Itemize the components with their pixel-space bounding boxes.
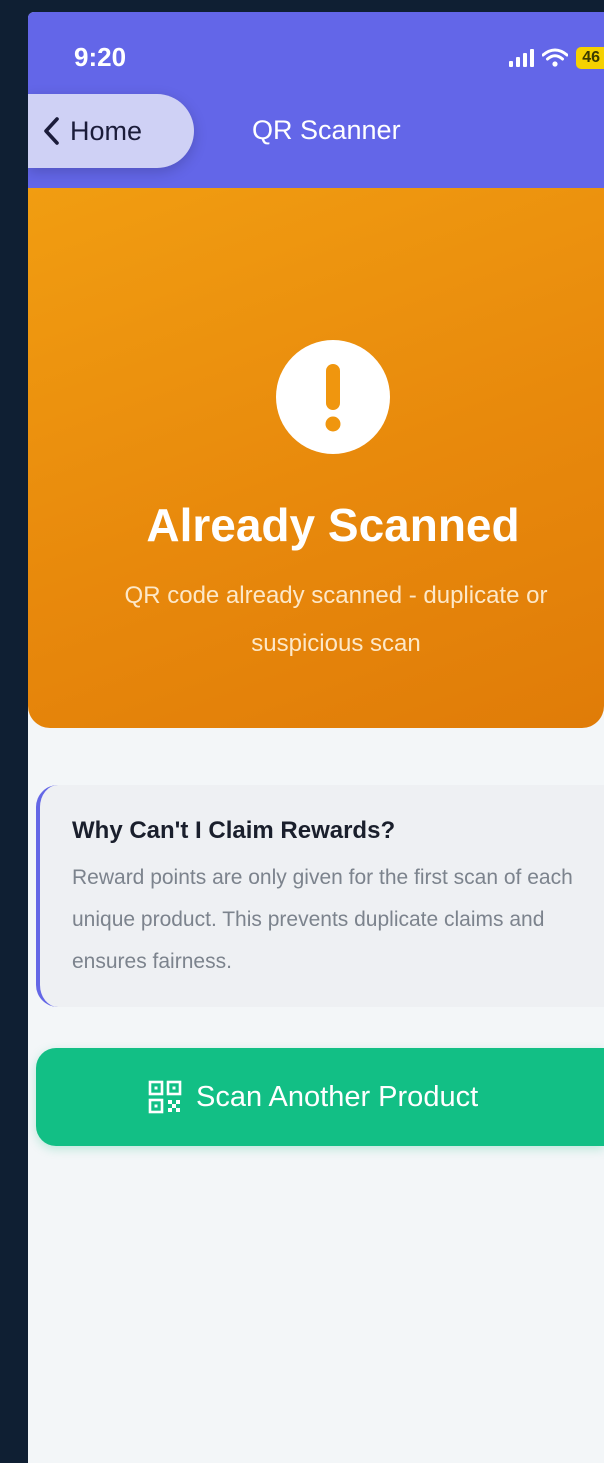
header-bar: 9:20 46 Home QR Scanner [28, 12, 604, 188]
info-card-title: Why Can't I Claim Rewards? [72, 817, 396, 844]
status-title: Already Scanned [146, 499, 520, 551]
status-time: 9:20 [74, 42, 127, 72]
chevron-left-icon [44, 117, 59, 145]
info-card-body: Reward points are only given for the fir… [72, 866, 573, 973]
scan-another-product-button[interactable]: Scan Another Product [36, 1048, 604, 1146]
scan-another-label: Scan Another Product [196, 1080, 479, 1113]
exclamation-icon [325, 364, 341, 432]
status-subtitle: QR code already scanned - duplicate or s… [124, 582, 548, 657]
back-button-label: Home [70, 115, 143, 146]
reward-info-card: Why Can't I Claim Rewards? Reward points… [36, 785, 604, 1007]
back-home-button[interactable]: Home [28, 94, 194, 168]
qr-code-icon [148, 1080, 182, 1114]
signal-icon [509, 49, 535, 67]
phone-screen: 9:20 46 Home QR Scanner Already Scanned … [28, 12, 604, 1463]
battery-indicator: 46 [576, 47, 604, 69]
status-banner: Already Scanned QR code already scanned … [28, 188, 604, 728]
wifi-icon [542, 48, 569, 67]
alert-badge [276, 340, 390, 454]
screen-title: QR Scanner [252, 115, 401, 145]
status-icons: 46 [509, 46, 604, 70]
